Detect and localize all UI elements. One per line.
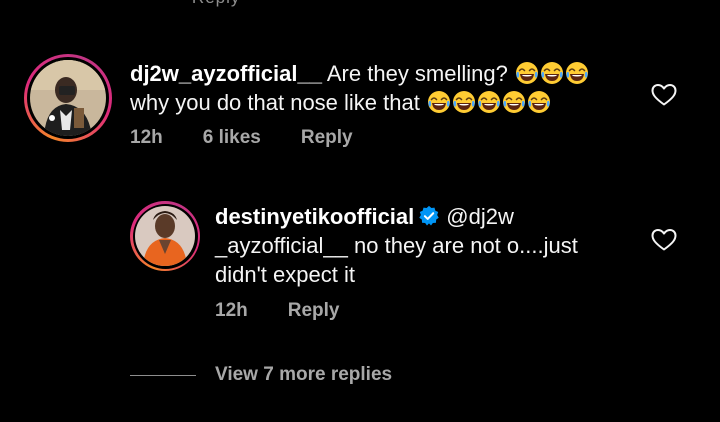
avatar-photo — [30, 60, 106, 136]
laughing-tears-emoji-icon — [515, 61, 539, 85]
avatar-gap — [132, 203, 198, 269]
heart-outline-icon[interactable] — [651, 83, 677, 107]
comment-text-line2: why you do that nose like that — [130, 90, 420, 115]
laughing-tears-emoji-icon — [427, 90, 451, 114]
comment-meta: 12h 6 likes Reply — [130, 127, 393, 149]
comment-username[interactable]: dj2w_ayzofficial__ — [130, 61, 322, 86]
reply-timestamp: 12h — [215, 300, 248, 321]
laughing-tears-emoji-icon — [540, 61, 564, 85]
avatar-gap — [27, 57, 109, 139]
avatar-destinyetikoofficial[interactable] — [130, 201, 200, 271]
laughing-tears-emoji-icon — [527, 90, 551, 114]
divider-line — [130, 374, 196, 376]
comment-likes-count[interactable]: 6 likes — [203, 127, 261, 149]
heart-outline-icon[interactable] — [651, 228, 677, 252]
laughing-tears-emoji-icon — [477, 90, 501, 114]
laughing-tears-emoji-icon — [565, 61, 589, 85]
laughing-tears-emoji-icon — [502, 90, 526, 114]
comment-timestamp: 12h — [130, 127, 163, 148]
comment-body: dj2w_ayzofficial__ Are they smelling? wh… — [130, 59, 640, 117]
reply-body: destinyetikoofficial @dj2w _ayzofficial_… — [215, 202, 625, 289]
view-more-replies-label[interactable]: View 7 more replies — [215, 364, 392, 386]
comment-text-line1: Are they smelling? — [321, 61, 508, 86]
previous-comment-remnant: · · · · · Reply — [130, 0, 240, 8]
view-more-replies-button[interactable]: View 7 more replies — [130, 364, 392, 386]
laughing-tears-emoji-icon — [452, 90, 476, 114]
reply-button[interactable]: Reply — [301, 127, 353, 149]
reply-button[interactable]: Reply — [288, 300, 340, 322]
reply-username[interactable]: destinyetikoofficial — [215, 204, 414, 229]
avatar-dj2w-ayzofficial[interactable] — [24, 54, 112, 142]
reply-meta: 12h Reply — [215, 300, 380, 322]
verified-badge-icon — [419, 205, 439, 226]
avatar-photo — [135, 206, 195, 266]
